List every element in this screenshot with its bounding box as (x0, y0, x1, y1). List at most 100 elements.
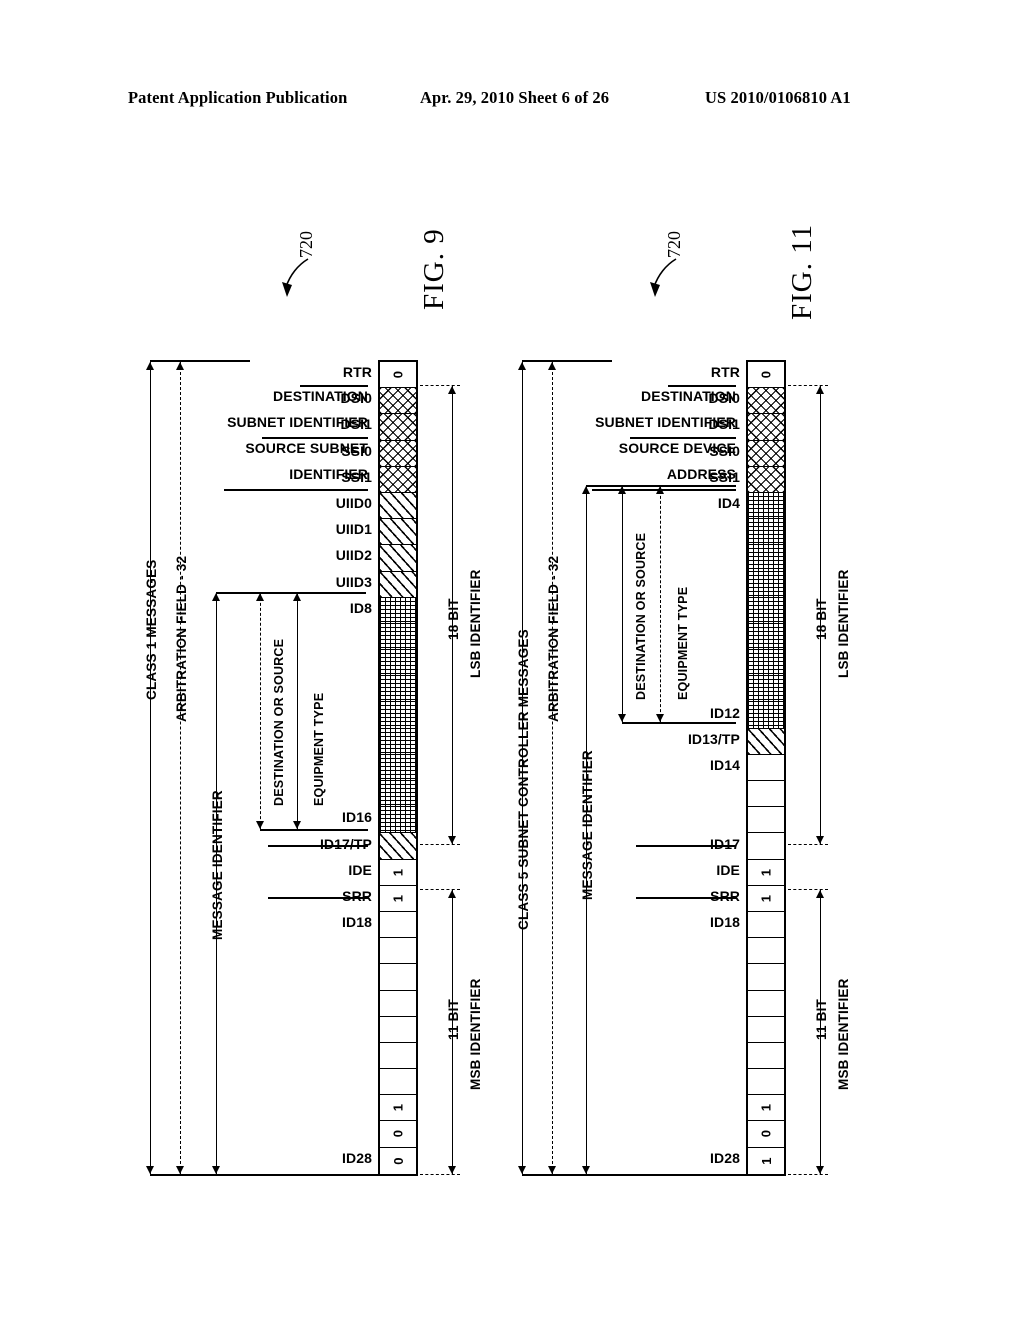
bit-cell: 1 (748, 1095, 784, 1122)
bracket-equipment-type-fig9 (292, 593, 301, 829)
tick-msb-top-fig11 (788, 889, 828, 890)
bit-value: 1 (390, 1104, 406, 1112)
bit-cell (380, 571, 416, 598)
tick-msgid-top-fig9 (216, 592, 366, 594)
bit-label: UIID3 (335, 573, 372, 590)
tick-equip-bottom-fig9 (260, 829, 368, 831)
bit-label: RTR (342, 364, 372, 380)
bit-cell: 1 (380, 885, 416, 912)
bit-value: 1 (390, 868, 406, 876)
underline-dsi-fig11 (630, 437, 736, 439)
bit-cell (748, 1042, 784, 1070)
bracket-dest-or-source-fig9 (255, 593, 264, 829)
bit-label: RTR (710, 364, 740, 380)
bit-label: ID16 (342, 809, 372, 826)
bit-cell (748, 938, 784, 965)
bit-label: SRR (710, 888, 740, 904)
underline-rtr-fig9 (300, 385, 368, 387)
bit-cell (748, 911, 784, 939)
bit-cell (748, 728, 784, 755)
bit-cell (380, 1042, 416, 1070)
bit-label: ID12 (710, 704, 740, 721)
bit-cell: 1 (748, 885, 784, 912)
bit-cell (380, 623, 416, 651)
bit-cell (748, 492, 784, 520)
bit-cell (380, 440, 416, 467)
figure-title-fig11: FIG. 11 (786, 223, 818, 320)
bit-value: 1 (758, 1104, 774, 1112)
reference-numeral-fig9: 720 (296, 231, 316, 258)
class-label-fig11: CLASS 5 SUBNET CONTROLLER MESSAGES (516, 629, 531, 930)
bit-cell (748, 623, 784, 651)
bit-cell: 0 (380, 1147, 416, 1174)
bit-column-fig9: 0 1 1 1 0 0 (378, 360, 418, 1177)
bit-cell (748, 833, 784, 860)
lead-line-fig11 (650, 258, 677, 297)
bit-value: 1 (758, 894, 774, 902)
tick-msb-top-fig9 (420, 889, 460, 890)
bit-cell (748, 702, 784, 729)
bit-label: DSI1 (708, 416, 740, 433)
tick-bottom-fig11 (522, 1174, 752, 1176)
bit-value: 0 (390, 1130, 406, 1138)
bit-label: ID18 (342, 914, 372, 931)
bit-cell (748, 807, 784, 834)
bit-label: ID28 (710, 1150, 740, 1166)
bit-cell (380, 414, 416, 441)
bit-cell: 0 (380, 1121, 416, 1148)
bit-label: UIID2 (335, 547, 372, 564)
bit-label: SSI0 (709, 442, 740, 459)
bit-label: SSI1 (341, 468, 372, 485)
bracket-dest-or-source-fig11 (617, 486, 626, 722)
tick-equip-bottom-fig11 (622, 722, 736, 724)
underline-ssi-fig11 (592, 489, 736, 491)
bit-column-fig11: 0 1 1 1 0 1 (746, 360, 786, 1177)
msb-identifier-label-fig9: MSB IDENTIFIER (468, 978, 483, 1090)
bit-label: UIID1 (335, 521, 372, 538)
bit-cell (380, 728, 416, 755)
bit-cell (380, 1069, 416, 1096)
lsb-bit-count-fig9: 18 BIT (446, 598, 461, 640)
tick-msb-bottom-fig11 (788, 1174, 828, 1175)
bit-cell (380, 676, 416, 703)
tick-lsb-bottom-fig11 (788, 844, 828, 845)
bit-cell (748, 990, 784, 1017)
msb-identifier-label-fig11: MSB IDENTIFIER (836, 978, 851, 1090)
tick-msgid-top-fig11 (586, 485, 736, 487)
msb-bit-count-fig9: 11 BIT (446, 999, 461, 1040)
bit-cell (748, 676, 784, 703)
bit-cell (748, 388, 784, 415)
bit-label: SSI0 (341, 442, 372, 459)
class-label-fig9: CLASS 1 MESSAGES (144, 559, 159, 700)
bit-cell (380, 466, 416, 493)
bit-value: 1 (758, 868, 774, 876)
bit-cell (748, 545, 784, 572)
bit-label: DSI1 (340, 416, 372, 433)
dest-or-source-label-fig11: DESTINATION OR SOURCE (634, 532, 648, 700)
bit-cell (748, 466, 784, 493)
bit-cell: 1 (748, 1147, 784, 1174)
bit-cell (380, 990, 416, 1017)
bit-cell: 0 (748, 362, 784, 389)
lead-line-fig9 (282, 258, 309, 297)
bit-cell: 0 (748, 1121, 784, 1148)
underline-dsi-fig9 (262, 437, 368, 439)
bit-label: ID17 (710, 835, 740, 852)
bit-cell (380, 754, 416, 781)
equipment-type-label-fig11: EQUIPMENT TYPE (676, 586, 690, 700)
bit-cell (380, 911, 416, 939)
bit-cell (380, 781, 416, 808)
bit-cell (380, 833, 416, 860)
header-date-sheet: Apr. 29, 2010 Sheet 6 of 26 (420, 88, 610, 107)
bit-value: 0 (390, 370, 406, 379)
bit-cell (380, 964, 416, 991)
bit-value: 0 (390, 1157, 406, 1165)
bit-label: DSI0 (340, 390, 372, 407)
bit-cell (748, 519, 784, 546)
bit-label: ID17/TP (319, 835, 372, 852)
bit-label: ID14 (710, 757, 740, 773)
tick-bottom-fig9 (150, 1174, 380, 1176)
tick-msb-bottom-fig9 (420, 1174, 460, 1175)
bit-cell (380, 597, 416, 624)
bit-value: 1 (390, 894, 406, 902)
